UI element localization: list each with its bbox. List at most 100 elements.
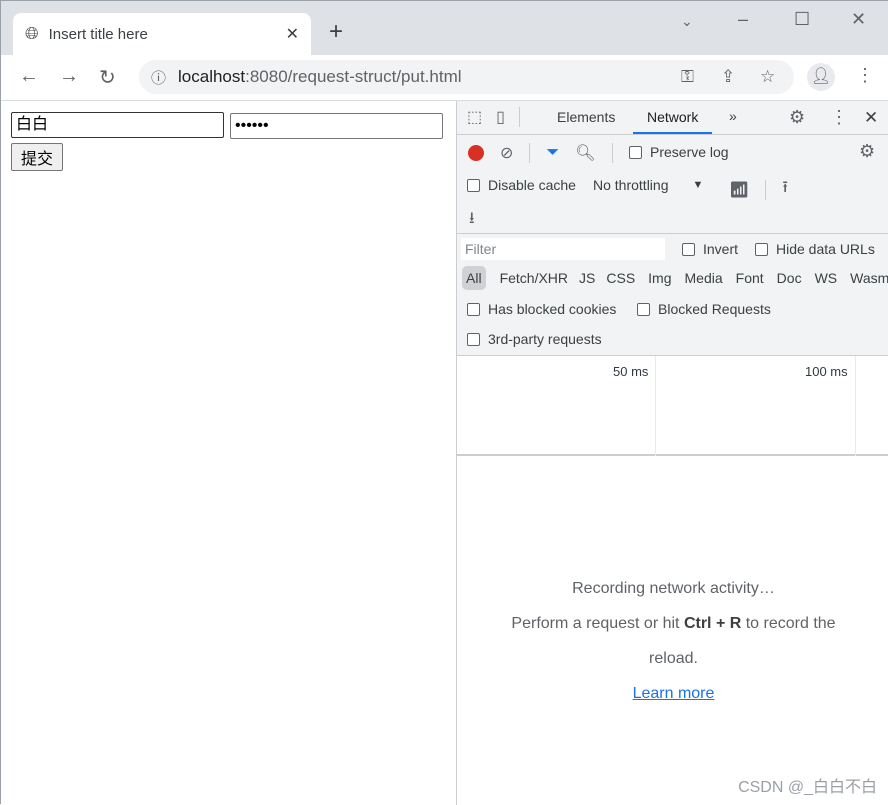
more-options-icon[interactable]: ⋮ (830, 107, 848, 128)
shortcut: Ctrl + R (683, 615, 742, 632)
type-fetch-xhr[interactable]: Fetch/XHR (500, 270, 568, 286)
filter-placeholder: Filter (465, 241, 497, 257)
back-icon[interactable]: ← (19, 65, 39, 88)
type-all[interactable]: All (462, 266, 486, 290)
third-party-checkbox[interactable]: 3rd-party requests (467, 331, 602, 347)
tab-network[interactable]: Network (633, 101, 713, 134)
type-media[interactable]: Media (685, 270, 723, 286)
forward-icon[interactable]: → (59, 65, 79, 88)
record-icon[interactable] (468, 145, 484, 161)
blocked-requests-checkbox[interactable]: Blocked Requests (637, 301, 771, 317)
preserve-log-label: Preserve log (650, 144, 729, 160)
export-har-icon[interactable]: ⭳ (469, 207, 475, 234)
gridline (855, 356, 856, 456)
type-doc[interactable]: Doc (777, 270, 802, 286)
type-font[interactable]: Font (736, 270, 764, 286)
checkbox[interactable] (629, 145, 642, 159)
type-img[interactable]: Img (648, 270, 671, 286)
tick-label: 50 ms (613, 364, 649, 379)
hint-part: to record the (741, 615, 836, 632)
network-toolbar: ⊘ ⏷ 🔍︎ Preserve log ⚙ Disable cache No t… (457, 135, 888, 234)
divider (611, 143, 613, 163)
has-blocked-cookies-label: Has blocked cookies (488, 301, 617, 317)
page-content: 白白 •••••• 提交 (1, 101, 456, 805)
divider (529, 143, 531, 163)
device-toolbar-icon[interactable]: ▯ (496, 107, 505, 127)
type-css[interactable]: CSS (606, 270, 635, 286)
menu-icon[interactable]: ⋮ (856, 65, 874, 86)
type-ws[interactable]: WS (815, 270, 838, 286)
info-icon: ⓘ (151, 69, 167, 87)
globe-icon: 🌐︎ (25, 24, 39, 43)
search-icon[interactable]: 🔍︎ (575, 143, 595, 163)
checkbox[interactable] (755, 242, 768, 256)
hint-part: Perform a request or hit (511, 615, 684, 632)
dropdown-arrow-icon: ▼ (692, 179, 704, 191)
tab-elements-label: Elements (557, 109, 616, 125)
tab-elements[interactable]: Elements (557, 109, 615, 125)
profile-avatar[interactable]: 👤︎ (807, 63, 835, 91)
tab-title: Insert title here (48, 25, 148, 43)
star-icon[interactable]: ☆ (760, 67, 775, 87)
divider (518, 107, 520, 127)
checkbox[interactable] (467, 302, 480, 316)
network-conditions-icon[interactable]: 📶︎ (729, 180, 749, 200)
filter-bar: Filter Invert Hide data URLs All Fetch/X… (457, 234, 888, 355)
url-host: localhost (178, 67, 246, 86)
checkbox[interactable] (467, 178, 480, 192)
settings-icon[interactable]: ⚙ (789, 107, 805, 128)
address-bar[interactable]: ⓘ localhost:8080/request-struct/put.html (139, 60, 794, 94)
devtools-tabbar: ⬚ ▯ Elements Network » ⚙ ⋮ ✕ (457, 101, 888, 135)
import-har-icon[interactable]: ⭱ (782, 176, 788, 203)
minimize-icon[interactable]: – (738, 9, 748, 30)
password-input[interactable]: •••••• (230, 113, 443, 139)
empty-state: Recording network activity… Perform a re… (457, 571, 888, 711)
hint-text: Perform a request or hit Ctrl + R to rec… (457, 606, 888, 641)
gridline (655, 356, 656, 456)
watermark: CSDN @_白白不白 (738, 779, 877, 796)
checkbox[interactable] (682, 242, 695, 256)
resource-type-filters: All Fetch/XHR JS CSS Img Media Font Doc … (462, 266, 888, 290)
more-tabs-icon[interactable]: » (729, 108, 737, 124)
filter-icon[interactable]: ⏷ (546, 144, 559, 162)
invert-label: Invert (703, 241, 739, 257)
tab-search-icon[interactable]: ⌄ (681, 13, 693, 30)
hide-data-urls-checkbox[interactable]: Hide data URLs (755, 241, 875, 257)
key-icon[interactable]: ⚿ (681, 67, 694, 87)
network-settings-icon[interactable]: ⚙ (859, 141, 875, 162)
has-blocked-cookies-checkbox[interactable]: Has blocked cookies (467, 301, 616, 317)
inspect-icon[interactable]: ⬚ (467, 107, 482, 127)
divider (765, 179, 767, 200)
disable-cache-checkbox[interactable]: Disable cache (467, 177, 576, 193)
preserve-log-checkbox[interactable]: Preserve log (629, 144, 729, 160)
close-tab-icon[interactable]: ✕ (286, 24, 299, 44)
close-devtools-icon[interactable]: ✕ (864, 108, 878, 128)
maximize-icon[interactable]: ☐ (794, 9, 810, 30)
clear-icon[interactable]: ⊘ (500, 143, 513, 163)
throttling-select[interactable]: No throttling ▼ (593, 177, 703, 193)
learn-more-link[interactable]: Learn more (633, 685, 715, 702)
hint-text-end: reload. (649, 650, 698, 667)
invert-checkbox[interactable]: Invert (682, 241, 738, 257)
checkbox[interactable] (467, 332, 480, 346)
close-window-icon[interactable]: ✕ (851, 9, 866, 30)
disable-cache-label: Disable cache (488, 177, 576, 193)
recording-text: Recording network activity… (572, 580, 775, 597)
new-tab-icon[interactable]: + (329, 18, 343, 46)
share-icon[interactable]: ⇪ (721, 67, 735, 87)
submit-button[interactable]: 提交 (11, 143, 64, 171)
hide-data-urls-label: Hide data URLs (776, 241, 875, 257)
type-js[interactable]: JS (579, 270, 595, 286)
blocked-requests-label: Blocked Requests (658, 301, 771, 317)
tick-label: 100 ms (805, 364, 848, 379)
devtools-panel: ⬚ ▯ Elements Network » ⚙ ⋮ ✕ ⊘ ⏷ 🔍︎ Pres… (456, 101, 888, 805)
tab-network-label: Network (647, 108, 699, 125)
username-input[interactable]: 白白 (11, 112, 224, 138)
network-overview[interactable]: 50 ms 100 ms (457, 355, 888, 456)
browser-tab[interactable]: 🌐︎ Insert title here ✕ (13, 13, 311, 55)
reload-icon[interactable]: ↻ (99, 65, 116, 90)
filter-input[interactable]: Filter (461, 238, 665, 260)
third-party-label: 3rd-party requests (488, 331, 602, 347)
checkbox[interactable] (637, 302, 650, 316)
type-wasm[interactable]: Wasm (850, 270, 888, 286)
